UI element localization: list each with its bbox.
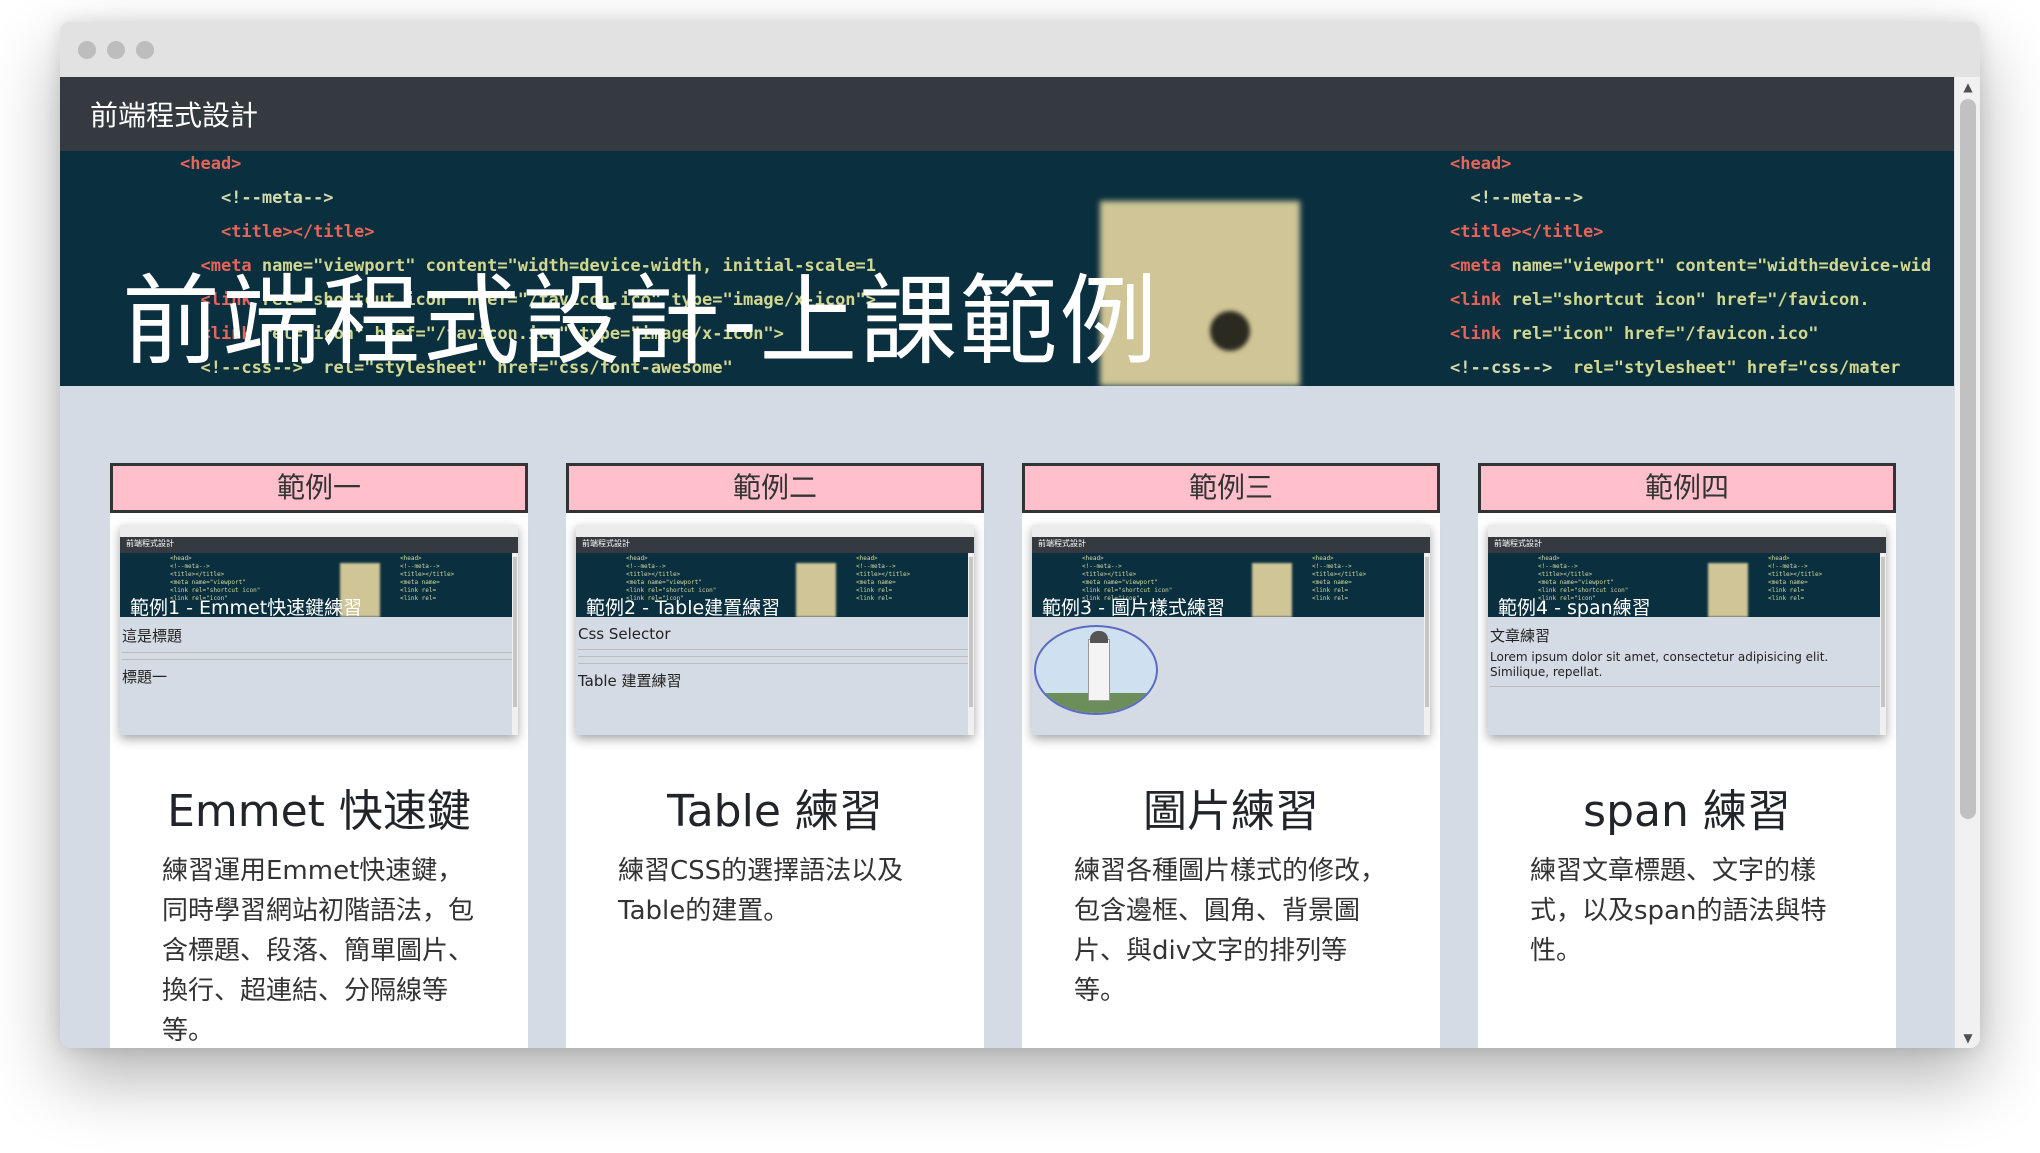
thumb-brand: 前端程式設計 [126,539,174,548]
example-card-4[interactable]: 範例四 前端程式設計 <head> <!--meta--> <title></t… [1478,463,1896,1048]
scroll-up-arrow-icon[interactable]: ▲ [1955,77,1980,97]
card-text: 練習運用Emmet快速鍵，同時學習網站初階語法，包含標題、段落、簡單圖片、換行、… [162,856,475,1046]
thumb-title: 範例1 - Emmet快速鍵練習 [130,597,363,617]
thumb-body [1032,617,1430,735]
card-text: 練習文章標題、文字的樣式，以及span的語法與特性。 [1530,856,1827,966]
thumb-body: 這是標題 標題一 [120,617,518,735]
card-text: 練習CSS的選擇語法以及Table的建置。 [618,856,904,926]
thumb-title: 範例4 - span練習 [1498,597,1651,617]
close-window-dot[interactable] [78,41,96,59]
scrollbar-thumb[interactable] [1960,99,1976,819]
card-header: 範例三 [1022,463,1440,513]
browser-window: 前端程式設計 <head> <!--meta--> <title></title… [60,22,1980,1048]
thumb-body: 文章練習 Lorem ipsum dolor sit amet, consect… [1488,617,1886,735]
thumb-title: 範例2 - Table建置練習 [586,597,781,617]
lighthouse-image [1034,625,1158,715]
page-viewport: 前端程式設計 <head> <!--meta--> <title></title… [60,77,1980,1048]
card-title: Emmet 快速鍵 [167,786,471,837]
thumb-title: 範例3 - 圖片樣式練習 [1042,597,1226,617]
card-title: span 練習 [1583,786,1791,837]
scroll-down-arrow-icon[interactable]: ▼ [1955,1028,1980,1048]
hero-background-code-right: <head> <!--meta--> <title></title> <meta… [1450,154,1932,378]
card-title: 圖片練習 [1143,786,1319,837]
thumb-body: Css Selector Table 建置練習 [576,617,974,735]
card-header: 範例四 [1478,463,1896,513]
thumb-heading: Css Selector [578,625,671,643]
card-text: 練習各種圖片樣式的修改，包含邊框、圓角、背景圖片、與div文字的排列等等。 [1074,856,1387,1006]
thumb-hero: <head> <!--meta--> <title></title> <meta… [576,553,974,617]
card-thumbnail[interactable]: 前端程式設計 <head> <!--meta--> <title></title… [120,525,518,735]
card-thumbnail[interactable]: 前端程式設計 <head> <!--meta--> <title></title… [1032,525,1430,735]
thumb-heading: 這是標題 [122,627,183,645]
maximize-window-dot[interactable] [136,41,154,59]
card-thumbnail[interactable]: 前端程式設計 <head> <!--meta--> <title></title… [576,525,974,735]
example-card-2[interactable]: 範例二 前端程式設計 <head> <!--meta--> <title></t… [566,463,984,1048]
card-title: Table 練習 [667,786,883,837]
card-header: 範例一 [110,463,528,513]
navbar-brand[interactable]: 前端程式設計 [90,94,258,134]
thumb-heading-2: Table 建置練習 [578,672,682,690]
card-header: 範例二 [566,463,984,513]
minimize-window-dot[interactable] [107,41,125,59]
hero-blur-dot [1210,311,1250,351]
thumb-brand: 前端程式設計 [582,539,630,548]
thumb-brand: 前端程式設計 [1494,539,1542,548]
page-scrollbar[interactable]: ▲ ▼ [1954,77,1980,1048]
thumb-lorem: Lorem ipsum dolor sit amet, consectetur … [1490,650,1829,679]
thumb-window-bar [120,525,518,537]
example-card-1[interactable]: 範例一 前端程式設計 <head> <!--meta--> <title></t… [110,463,528,1048]
example-card-3[interactable]: 範例三 前端程式設計 <head> <!--meta--> <title></t… [1022,463,1440,1048]
thumb-heading: 文章練習 [1490,627,1551,645]
thumb-hero: <head> <!--meta--> <title></title> <meta… [120,553,518,617]
navbar: 前端程式設計 [60,77,1954,151]
card-thumbnail[interactable]: 前端程式設計 <head> <!--meta--> <title></title… [1488,525,1886,735]
thumb-hero: <head> <!--meta--> <title></title> <meta… [1032,553,1430,617]
window-titlebar [60,22,1980,77]
hero-title: 前端程式設計-上課範例 [122,265,1160,379]
thumb-hero: <head> <!--meta--> <title></title> <meta… [1488,553,1886,617]
thumb-heading-2: 標題一 [122,668,168,686]
hero-banner: <head> <!--meta--> <title></title> <meta… [60,151,1954,386]
thumb-brand: 前端程式設計 [1038,539,1086,548]
